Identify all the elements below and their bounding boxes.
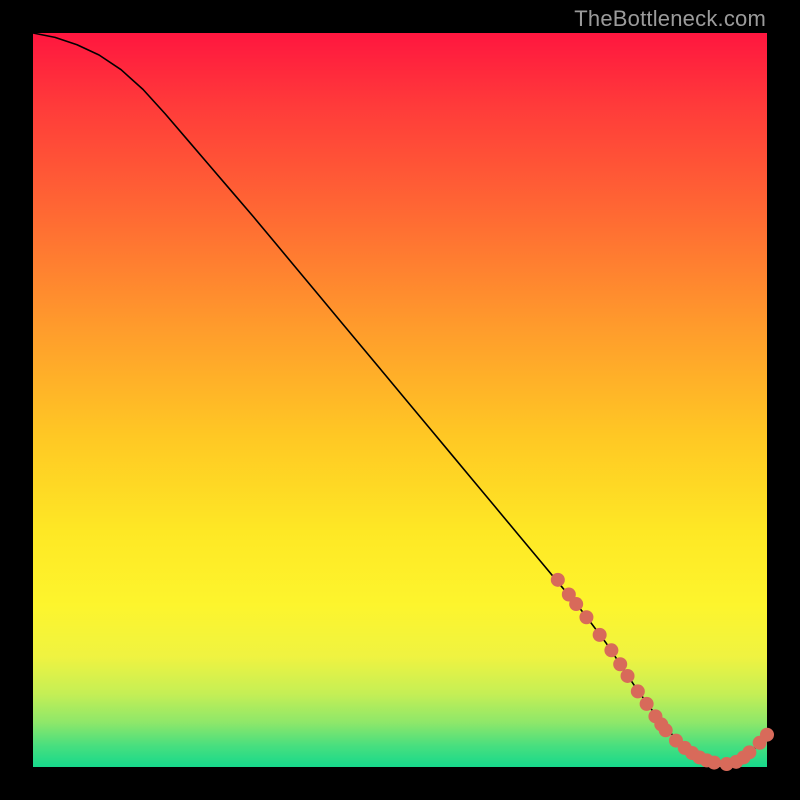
data-point	[569, 597, 583, 611]
data-point	[621, 669, 635, 683]
chart-overlay	[33, 33, 767, 767]
data-point	[604, 643, 618, 657]
chart-canvas: TheBottleneck.com	[0, 0, 800, 800]
data-point	[760, 728, 774, 742]
data-points-group	[551, 573, 774, 771]
data-point	[659, 723, 673, 737]
data-point	[551, 573, 565, 587]
bottleneck-curve	[33, 33, 767, 764]
data-point	[593, 628, 607, 642]
watermark-text: TheBottleneck.com	[574, 6, 766, 32]
data-point	[579, 610, 593, 624]
data-point	[640, 697, 654, 711]
data-point	[707, 756, 721, 770]
data-point	[613, 657, 627, 671]
data-point	[631, 684, 645, 698]
data-point	[742, 745, 756, 759]
